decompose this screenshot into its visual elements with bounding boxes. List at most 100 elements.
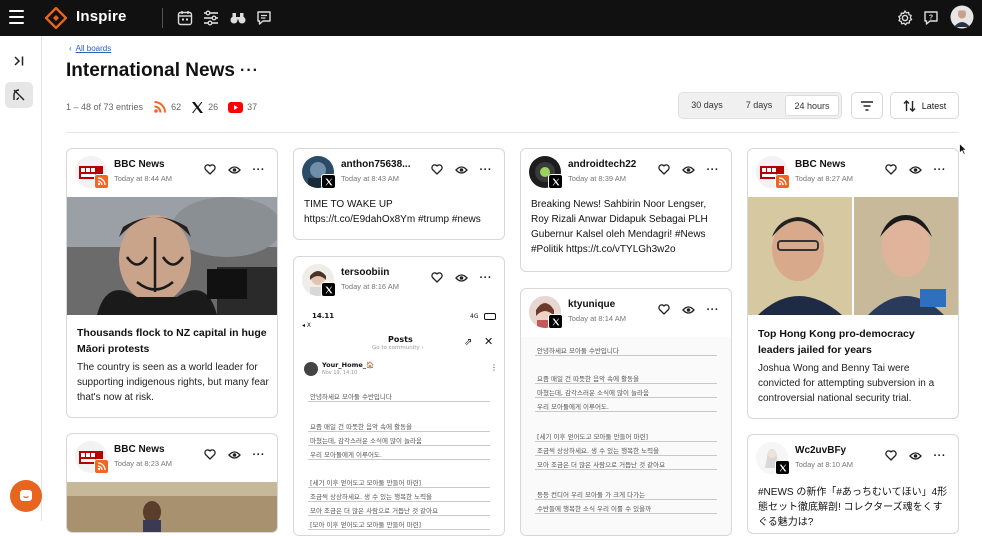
rss-source-count[interactable]: 62 [153, 100, 181, 114]
youtube-source-count[interactable]: 37 [228, 101, 257, 113]
sort-button[interactable]: Latest [890, 92, 959, 119]
inspire-logo-icon[interactable] [45, 7, 67, 29]
source-name[interactable]: androidtech22 [568, 159, 636, 170]
embed-more-icon: ⋮ [490, 363, 498, 372]
eye-icon[interactable] [227, 165, 241, 175]
card-header: tersoobiin Today at 8:16 AM ··· [302, 264, 496, 298]
post-text: #NEWS の新作「#あっちむいてほい」4形態セット徹底解剖! コレクターズ魂を… [758, 487, 948, 528]
sidebar-feed-toggle[interactable] [5, 82, 33, 108]
entries-count: 1 – 48 of 73 entries [66, 102, 144, 112]
phone-clock: 14.11 [312, 312, 335, 320]
feed-card[interactable]: tersoobiin Today at 8:16 AM ··· 14.11 ◂ … [293, 256, 505, 536]
post-text: TIME TO WAKE UP https://t.co/E9dahOx8Ym … [304, 199, 481, 225]
card-more-icon[interactable]: ··· [934, 164, 947, 175]
post-time: Today at 8:44 AM [114, 174, 172, 183]
source-name[interactable]: ktyunique [568, 299, 615, 310]
eye-icon[interactable] [908, 165, 922, 175]
battery-icon [484, 313, 496, 320]
filter-button[interactable] [851, 92, 883, 119]
time-option-7-days[interactable]: 7 days [733, 95, 785, 116]
post-time: Today at 8:43 AM [341, 174, 399, 183]
source-name[interactable]: BBC News [114, 444, 165, 455]
heart-icon[interactable] [657, 304, 670, 315]
article-headline[interactable]: Top Hong Kong pro-democracy leaders jail… [758, 326, 950, 358]
post-time: Today at 8:10 AM [795, 460, 853, 469]
page-title: International News [66, 60, 235, 81]
feed-card[interactable]: Wc2uvBFy Today at 8:10 AM ··· #NEWS の新作「… [747, 434, 959, 534]
eye-icon[interactable] [454, 273, 468, 283]
expand-sidebar-button[interactable] [5, 48, 33, 74]
menu-icon[interactable] [9, 10, 24, 24]
help-icon[interactable]: ? [922, 9, 940, 27]
card-more-icon[interactable]: ··· [253, 449, 266, 460]
card-more-icon[interactable]: ··· [707, 304, 720, 315]
back-link-label: All boards [75, 44, 112, 53]
heart-icon[interactable] [884, 450, 897, 461]
expand-arrow-icon [14, 56, 24, 66]
handwritten-line: 안녕하세요 모아둘 수반입니다 [310, 393, 392, 401]
article-headline[interactable]: Thousands flock to NZ capital in huge Mā… [77, 325, 269, 357]
user-avatar-icon[interactable] [950, 5, 974, 29]
card-header: BBC News Today at 8:23 AM ··· [75, 441, 269, 475]
card-actions: ··· [203, 449, 266, 460]
filter-lines-icon [861, 100, 873, 111]
handwritten-line: 요즘 매일 건 따뜻한 음악 속에 활동을 [537, 375, 640, 383]
handwritten-line: [세기 이후 얻어도고 모아둘 만들어 마련] [537, 433, 649, 441]
card-header: ktyunique Today at 8:14 AM ··· [529, 296, 723, 330]
chat-bubble-icon [20, 490, 32, 501]
time-option-24-hours[interactable]: 24 hours [785, 95, 839, 116]
chat-icon[interactable] [255, 9, 273, 27]
binoculars-icon[interactable] [229, 9, 247, 27]
entries-summary: 1 – 48 of 73 entries 62 26 37 [66, 100, 257, 114]
settings-gear-icon[interactable] [896, 9, 914, 27]
feed-hidden-icon [13, 89, 25, 101]
time-range-selector: 30 days 7 days 24 hours [678, 92, 842, 119]
heart-icon[interactable] [430, 272, 443, 283]
feed-card[interactable]: androidtech22 Today at 8:39 AM ··· Break… [520, 148, 732, 272]
top-bar: Inspire ? [0, 0, 982, 36]
heart-icon[interactable] [203, 164, 216, 175]
source-name[interactable]: BBC News [114, 159, 165, 170]
eye-icon[interactable] [681, 165, 695, 175]
heart-icon[interactable] [884, 164, 897, 175]
handwritten-line: 우리 모아둘에게 이루어도. [310, 451, 382, 459]
card-more-icon[interactable]: ··· [934, 450, 947, 461]
x-logo-icon [192, 101, 204, 113]
source-name[interactable]: tersoobiin [341, 267, 389, 278]
divider [162, 8, 163, 28]
card-more-icon[interactable]: ··· [480, 164, 493, 175]
post-time: Today at 8:14 AM [568, 314, 626, 323]
feed-card[interactable]: BBC News Today at 8:23 AM ··· [66, 433, 278, 533]
calendar-icon[interactable] [176, 9, 194, 27]
feed-card[interactable]: ktyunique Today at 8:14 AM ··· 안녕하세요 모아둘… [520, 288, 732, 536]
board-more-button[interactable]: ··· [240, 62, 259, 80]
x-source-count[interactable]: 26 [191, 101, 218, 114]
card-more-icon[interactable]: ··· [480, 272, 493, 283]
eye-icon[interactable] [908, 451, 922, 461]
heart-icon[interactable] [203, 449, 216, 460]
heart-icon[interactable] [657, 164, 670, 175]
app-name[interactable]: Inspire [76, 8, 127, 25]
source-name[interactable]: anthon75638... [341, 159, 410, 170]
eye-icon[interactable] [681, 305, 695, 315]
support-chat-button[interactable] [10, 480, 42, 512]
card-more-icon[interactable]: ··· [707, 164, 720, 175]
feed-card[interactable]: BBC News Today at 8:44 AM ··· Thousands … [66, 148, 278, 418]
feed-card[interactable]: BBC News Today at 8:27 AM ··· Top Hong K… [747, 148, 959, 419]
time-option-30-days[interactable]: 30 days [681, 95, 733, 116]
feeds-icon[interactable] [202, 9, 220, 27]
card-header: BBC News Today at 8:44 AM ··· [75, 156, 269, 190]
card-actions: ··· [430, 164, 493, 175]
x-count: 26 [208, 102, 219, 112]
eye-icon[interactable] [227, 450, 241, 460]
back-to-boards-link[interactable]: ‹ All boards [69, 44, 111, 53]
heart-icon[interactable] [430, 164, 443, 175]
source-name[interactable]: Wc2uvBFy [795, 445, 846, 456]
handwritten-line: 모아 조금은 더 많은 사람으로 거듭난 것 같아요 [310, 507, 439, 515]
feed-card[interactable]: anthon75638... Today at 8:43 AM ··· TIME… [293, 148, 505, 240]
source-name[interactable]: BBC News [795, 159, 846, 170]
handwritten-line: 안녕하세요 모아둘 수반입니다 [537, 347, 619, 355]
eye-icon[interactable] [454, 165, 468, 175]
card-more-icon[interactable]: ··· [253, 164, 266, 175]
embed-title: Posts [388, 335, 413, 344]
